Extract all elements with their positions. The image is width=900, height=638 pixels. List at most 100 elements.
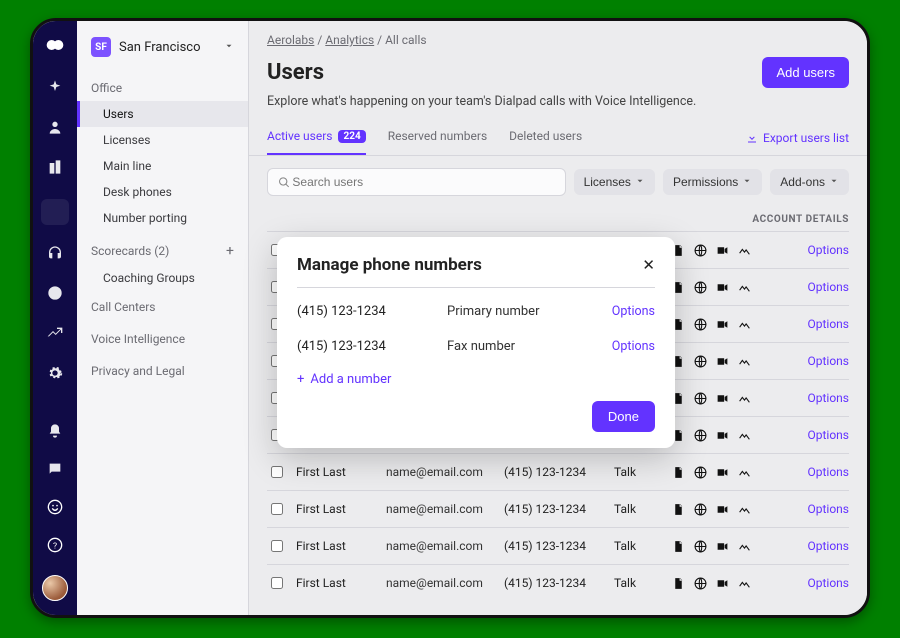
breadcrumb-analytics[interactable]: Analytics [325, 33, 374, 47]
cell-phone: (415) 123-1234 [504, 502, 604, 516]
active-count-badge: 224 [338, 130, 365, 143]
add-users-button[interactable]: Add users [762, 57, 849, 88]
phone-type: Primary number [447, 304, 612, 319]
logo-icon[interactable] [45, 35, 65, 59]
sidebar-item-licenses[interactable]: Licenses [77, 127, 248, 153]
number-options[interactable]: Options [612, 339, 655, 354]
filter-licenses-label: Licenses [584, 175, 631, 189]
cell-dept: Talk [614, 576, 662, 590]
phone-type: Fax number [447, 339, 612, 354]
row-checkbox[interactable] [271, 577, 283, 589]
sidebar-link-call-centers[interactable]: Call Centers [77, 291, 248, 323]
row-options[interactable]: Options [807, 354, 849, 368]
grid-icon[interactable] [41, 199, 69, 225]
sidebar-link-voice-intelligence[interactable]: Voice Intelligence [77, 323, 248, 355]
number-options[interactable]: Options [612, 304, 655, 319]
breadcrumb-aerolabs[interactable]: Aerolabs [267, 33, 314, 47]
page-subtext: Explore what's happening on your team's … [249, 92, 867, 121]
chat-icon[interactable] [47, 461, 63, 481]
tab-reserved[interactable]: Reserved numbers [388, 121, 487, 155]
cell-name: First Last [296, 502, 376, 516]
breadcrumb: Aerolabs / Analytics / All calls [249, 21, 867, 51]
phone-number: (415) 123-1234 [297, 339, 447, 354]
row-options[interactable]: Options [807, 539, 849, 553]
row-options[interactable]: Options [807, 428, 849, 442]
sidebar-item-desk-phones[interactable]: Desk phones [77, 179, 248, 205]
row-checkbox[interactable] [271, 466, 283, 478]
chevron-down-icon [224, 40, 234, 55]
row-options[interactable]: Options [807, 317, 849, 331]
row-options[interactable]: Options [807, 391, 849, 405]
search-icon [278, 176, 290, 189]
search-input-wrap[interactable] [267, 168, 566, 196]
breadcrumb-sep2: / [374, 33, 385, 47]
row-checkbox[interactable] [271, 540, 283, 552]
cell-icons [672, 429, 754, 442]
smile-icon[interactable] [47, 499, 63, 519]
org-badge: SF [91, 37, 111, 57]
account-details-header: ACCOUNT DETAILS [267, 208, 849, 231]
sidebar-section-office[interactable]: Office [77, 75, 248, 101]
table-row: First Last name@email.com (415) 123-1234… [267, 453, 849, 490]
cell-icons [672, 281, 754, 294]
filter-addons[interactable]: Add-ons [770, 169, 849, 195]
plus-icon[interactable]: + [226, 243, 234, 259]
close-icon[interactable]: ✕ [642, 256, 655, 274]
trend-icon[interactable] [47, 325, 63, 345]
sidebar-item-users[interactable]: Users [77, 101, 248, 127]
clock-icon[interactable] [47, 285, 63, 305]
add-number-label: Add a number [310, 372, 391, 387]
help-icon[interactable]: ? [47, 537, 63, 557]
add-number-link[interactable]: + Add a number [297, 364, 655, 391]
modal-title: Manage phone numbers [297, 255, 482, 275]
search-input[interactable] [290, 174, 554, 190]
chevron-down-icon [742, 175, 752, 189]
headset-icon[interactable] [47, 245, 63, 265]
cell-icons [672, 392, 754, 405]
svg-text:?: ? [53, 541, 57, 551]
row-options[interactable]: Options [807, 576, 849, 590]
filter-licenses[interactable]: Licenses [574, 169, 655, 195]
cell-email: name@email.com [386, 502, 494, 516]
row-options[interactable]: Options [807, 280, 849, 294]
row-checkbox[interactable] [271, 503, 283, 515]
person-icon[interactable] [47, 119, 63, 139]
filter-permissions[interactable]: Permissions [663, 169, 762, 195]
export-label: Export users list [763, 131, 849, 145]
cell-dept: Talk [614, 539, 662, 553]
cell-name: First Last [296, 576, 376, 590]
done-button[interactable]: Done [592, 401, 655, 432]
cell-name: First Last [296, 539, 376, 553]
export-users-link[interactable]: Export users list [746, 131, 849, 145]
avatar[interactable] [42, 575, 68, 601]
cell-phone: (415) 123-1234 [504, 576, 604, 590]
cell-dept: Talk [614, 502, 662, 516]
tab-active-users[interactable]: Active users 224 [267, 121, 366, 155]
sidebar-item-main-line[interactable]: Main line [77, 153, 248, 179]
cell-email: name@email.com [386, 539, 494, 553]
gear-icon[interactable] [47, 365, 63, 385]
filter-permissions-label: Permissions [673, 175, 738, 189]
table-row: First Last name@email.com (415) 123-1234… [267, 564, 849, 601]
tab-deleted[interactable]: Deleted users [509, 121, 582, 155]
row-options[interactable]: Options [807, 465, 849, 479]
number-row: (415) 123-1234 Fax number Options [297, 329, 655, 364]
org-name: San Francisco [119, 40, 201, 55]
bell-icon[interactable] [47, 423, 63, 443]
cell-email: name@email.com [386, 576, 494, 590]
row-options[interactable]: Options [807, 243, 849, 257]
chevron-down-icon [635, 175, 645, 189]
cell-phone: (415) 123-1234 [504, 465, 604, 479]
cell-icons [672, 540, 754, 553]
building-icon[interactable] [47, 159, 63, 179]
sidebar-item-number-porting[interactable]: Number porting [77, 205, 248, 231]
sidebar-item-coaching[interactable]: Coaching Groups [77, 265, 248, 291]
page-title: Users [267, 60, 324, 85]
cell-icons [672, 503, 754, 516]
sidebar-section-scorecards[interactable]: Scorecards (2) + [77, 237, 248, 265]
org-picker[interactable]: SF San Francisco [77, 31, 248, 69]
sidebar-link-privacy-and-legal[interactable]: Privacy and Legal [77, 355, 248, 387]
sparkle-icon[interactable] [47, 79, 63, 99]
breadcrumb-sep1: / [314, 33, 325, 47]
row-options[interactable]: Options [807, 502, 849, 516]
